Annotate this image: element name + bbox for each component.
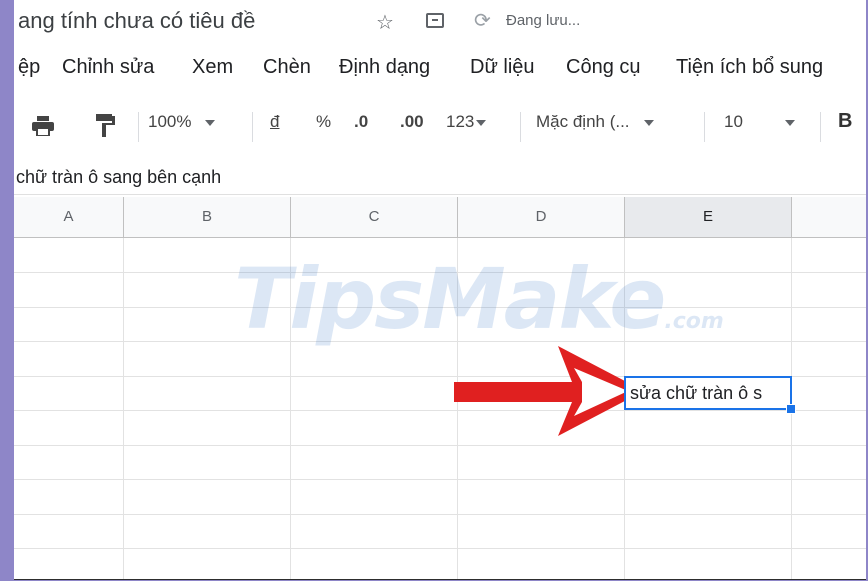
menu-insert[interactable]: Chèn bbox=[263, 56, 311, 79]
menu-addons[interactable]: Tiện ích bổ sung bbox=[676, 56, 823, 79]
fill-handle[interactable] bbox=[786, 404, 796, 414]
grid-line bbox=[14, 410, 866, 411]
toolbar-divider bbox=[252, 112, 253, 142]
app-window: ang tính chưa có tiêu đề ☆ ⟳ Đang lưu...… bbox=[14, 0, 866, 580]
more-formats-label: 123 bbox=[446, 112, 475, 131]
font-value: Mặc định (... bbox=[536, 112, 630, 131]
zoom-select[interactable]: 100% bbox=[148, 112, 216, 132]
decrease-decimal-button[interactable]: .0 bbox=[354, 112, 368, 132]
percent-format-button[interactable]: % bbox=[316, 112, 331, 132]
menu-edit[interactable]: Chỉnh sửa bbox=[62, 56, 154, 79]
currency-format-button[interactable]: đ bbox=[270, 112, 279, 132]
star-icon[interactable]: ☆ bbox=[376, 10, 394, 35]
menu-file[interactable]: ệp bbox=[18, 56, 40, 79]
active-cell-text: sửa chữ tràn ô s bbox=[630, 383, 763, 403]
menu-data[interactable]: Dữ liệu bbox=[470, 56, 535, 79]
title-bar: ang tính chưa có tiêu đề ☆ ⟳ Đang lưu... bbox=[14, 0, 866, 46]
more-formats-button[interactable]: 123 bbox=[446, 112, 487, 132]
column-header-d[interactable]: D bbox=[458, 197, 625, 237]
grid-line bbox=[123, 238, 124, 579]
active-cell-e6[interactable]: sửa chữ tràn ô s bbox=[624, 376, 792, 410]
column-header-a[interactable]: A bbox=[14, 197, 124, 237]
watermark-suffix: .com bbox=[664, 309, 724, 334]
print-icon[interactable] bbox=[32, 116, 54, 136]
increase-decimal-button[interactable]: .00 bbox=[400, 112, 424, 132]
zoom-value: 100% bbox=[148, 112, 192, 131]
menu-format[interactable]: Định dạng bbox=[339, 56, 430, 79]
column-header-row: A B C D E bbox=[14, 197, 866, 238]
toolbar-divider bbox=[704, 112, 705, 142]
font-size-value: 10 bbox=[724, 112, 743, 131]
toolbar: 100% đ % .0 .00 123 Mặc định (... 10 B bbox=[14, 102, 866, 152]
grid-line bbox=[14, 514, 866, 515]
watermark: TipsMake.com bbox=[234, 250, 724, 348]
save-status: Đang lưu... bbox=[506, 12, 581, 29]
font-select[interactable]: Mặc định (... bbox=[536, 112, 654, 132]
document-title[interactable]: ang tính chưa có tiêu đề bbox=[18, 8, 255, 34]
watermark-text: TipsMake bbox=[234, 250, 666, 348]
grid-line bbox=[14, 548, 866, 549]
toolbar-divider bbox=[820, 112, 821, 142]
column-header-b[interactable]: B bbox=[124, 197, 291, 237]
toolbar-divider bbox=[520, 112, 521, 142]
menu-tools[interactable]: Công cụ bbox=[566, 56, 641, 79]
grid-line bbox=[14, 445, 866, 446]
font-size-select[interactable]: 10 bbox=[724, 112, 795, 132]
menu-view[interactable]: Xem bbox=[192, 56, 233, 79]
chevron-down-icon bbox=[784, 119, 795, 126]
formula-content[interactable]: chữ tràn ô sang bên cạnh bbox=[16, 167, 221, 188]
sync-icon: ⟳ bbox=[474, 10, 491, 32]
chevron-down-icon bbox=[205, 119, 216, 126]
grid-line bbox=[14, 479, 866, 480]
toolbar-divider bbox=[138, 112, 139, 142]
bold-button[interactable]: B bbox=[838, 110, 852, 133]
chevron-down-icon bbox=[643, 119, 654, 126]
chevron-down-icon bbox=[476, 119, 487, 126]
move-to-folder-icon[interactable] bbox=[426, 13, 444, 28]
paint-format-icon[interactable] bbox=[94, 114, 116, 138]
column-header-c[interactable]: C bbox=[291, 197, 458, 237]
formula-bar[interactable]: chữ tràn ô sang bên cạnh bbox=[14, 160, 866, 195]
column-header-e[interactable]: E bbox=[625, 197, 792, 237]
menu-bar: ệp Chỉnh sửa Xem Chèn Định dạng Dữ liệu … bbox=[14, 52, 866, 84]
red-arrow-icon bbox=[454, 346, 644, 436]
